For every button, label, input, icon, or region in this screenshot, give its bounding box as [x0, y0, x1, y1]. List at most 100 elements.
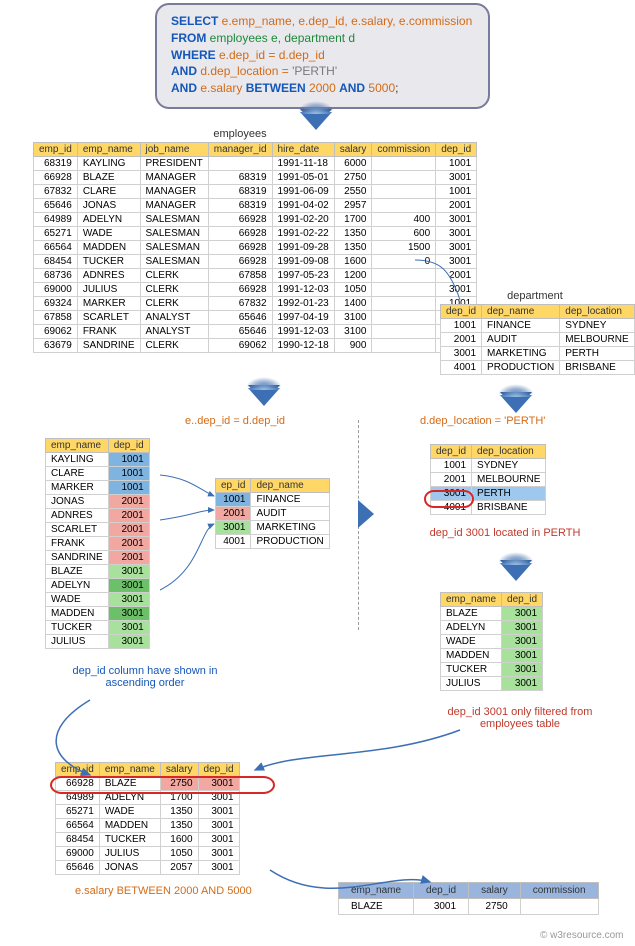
cell: 2750	[334, 171, 372, 185]
table-row: 69000JULIUSCLERK669281991-12-0310503001	[34, 283, 477, 297]
table-row: SCARLET2001	[46, 523, 150, 537]
cell	[372, 325, 436, 339]
col-header: emp_name	[99, 763, 160, 777]
col-header: ep_id	[216, 479, 251, 493]
cell: 65271	[34, 227, 78, 241]
cell: MARKER	[77, 297, 140, 311]
table-row: 66928BLAZEMANAGER683191991-05-0127503001	[34, 171, 477, 185]
salary-table: emp_idemp_namesalarydep_id66928BLAZE2750…	[55, 762, 240, 875]
cell: 3001	[198, 777, 239, 791]
cell	[372, 283, 436, 297]
emp-sorted-table: emp_namedep_idKAYLING1001CLARE1001MARKER…	[45, 438, 150, 649]
table-row: CLARE1001	[46, 467, 150, 481]
cell: SALESMAN	[140, 227, 208, 241]
emp-sorted-wrap: emp_namedep_idKAYLING1001CLARE1001MARKER…	[45, 438, 150, 649]
cell: 1997-04-19	[272, 311, 334, 325]
cell: JULIUS	[46, 635, 109, 649]
cell: 69000	[56, 847, 100, 861]
cell: 1050	[334, 283, 372, 297]
cell: 1991-11-18	[272, 157, 334, 171]
cell: JULIUS	[77, 283, 140, 297]
table-row: 3001MARKETINGPERTH	[441, 347, 635, 361]
cell: 3001	[216, 521, 251, 535]
cell: 65646	[56, 861, 100, 875]
cell: CLERK	[140, 297, 208, 311]
cell: 65646	[208, 311, 272, 325]
cell: BRISBANE	[472, 501, 546, 515]
sql-v2: 5000	[368, 81, 395, 95]
cell: 1991-02-20	[272, 213, 334, 227]
col-header: emp_id	[56, 763, 100, 777]
cell: SCARLET	[77, 311, 140, 325]
arrow-right-icon	[358, 500, 374, 528]
sql-query-box: SELECT e.emp_name, e.dep_id, e.salary, e…	[155, 3, 490, 109]
caption-perth-located: dep_id 3001 located in PERTH	[420, 527, 590, 539]
col-header: dep_id	[436, 143, 477, 157]
arrow-down-icon	[500, 563, 532, 581]
table-row: 4001PRODUCTION	[216, 535, 330, 549]
table-row: 65271WADE13503001	[56, 805, 240, 819]
cell: 1500	[372, 241, 436, 255]
emp-3001-table: emp_namedep_idBLAZE3001ADELYN3001WADE300…	[440, 592, 543, 691]
cell: MELBOURNE	[560, 333, 634, 347]
cell: 3001	[436, 171, 477, 185]
cell: 1991-05-01	[272, 171, 334, 185]
col-header: dep_location	[560, 305, 634, 319]
col-header: emp_name	[441, 593, 502, 607]
cell: 1001	[108, 481, 149, 495]
watermark: © w3resource.com	[540, 930, 624, 941]
cell: MADDEN	[441, 649, 502, 663]
cell: CLERK	[140, 269, 208, 283]
cell: KAYLING	[46, 453, 109, 467]
cell: 68319	[34, 157, 78, 171]
cell: 600	[372, 227, 436, 241]
cell: 2001	[431, 473, 472, 487]
cell: 1700	[160, 791, 198, 805]
cell	[520, 899, 598, 915]
cell: 3001	[441, 347, 482, 361]
cell: MARKETING	[251, 521, 329, 535]
table-row: BLAZE3001	[441, 607, 543, 621]
cell: SYDNEY	[472, 459, 546, 473]
department-title: department	[475, 290, 595, 302]
table-row: 1001FINANCE	[216, 493, 330, 507]
cell: 67858	[208, 269, 272, 283]
col-header: emp_name	[77, 143, 140, 157]
table-row: 67832CLAREMANAGER683191991-06-0925501001	[34, 185, 477, 199]
table-row: 2001AUDITMELBOURNE	[441, 333, 635, 347]
cell: WADE	[441, 635, 502, 649]
cell: 66928	[208, 255, 272, 269]
table-row: 68454TUCKER16003001	[56, 833, 240, 847]
cell: ANALYST	[140, 325, 208, 339]
cell: 1992-01-23	[272, 297, 334, 311]
sql-sal: e.salary	[200, 81, 245, 95]
cell: 4001	[216, 535, 251, 549]
cell: TUCKER	[77, 255, 140, 269]
cell: 3001	[108, 635, 149, 649]
cell: SALESMAN	[140, 213, 208, 227]
cell	[372, 311, 436, 325]
cell: 2001	[108, 537, 149, 551]
table-row: 2001MELBOURNE	[431, 473, 546, 487]
cell: SALESMAN	[140, 255, 208, 269]
cell: PERTH	[560, 347, 634, 361]
cell: 3001	[414, 899, 469, 915]
col-header: dep_id	[431, 445, 472, 459]
table-row: SANDRINE2001	[46, 551, 150, 565]
cell: FRANK	[46, 537, 109, 551]
table-row: WADE3001	[441, 635, 543, 649]
department-table: dep_iddep_namedep_location1001FINANCESYD…	[440, 304, 635, 375]
cell: 69324	[34, 297, 78, 311]
cell: 3001	[108, 621, 149, 635]
dep-loc-table: dep_iddep_location1001SYDNEY2001MELBOURN…	[430, 444, 546, 515]
caption-between: e.salary BETWEEN 2000 AND 5000	[75, 885, 252, 897]
sql-line-1: SELECT e.emp_name, e.dep_id, e.salary, e…	[171, 13, 474, 30]
cell: 3001	[502, 621, 543, 635]
cell: 3001	[108, 565, 149, 579]
cell: 1350	[160, 819, 198, 833]
cell: 3001	[436, 283, 477, 297]
cell: ADNRES	[77, 269, 140, 283]
cell: 67832	[208, 297, 272, 311]
cell	[372, 199, 436, 213]
table-row: 3001PERTH	[431, 487, 546, 501]
